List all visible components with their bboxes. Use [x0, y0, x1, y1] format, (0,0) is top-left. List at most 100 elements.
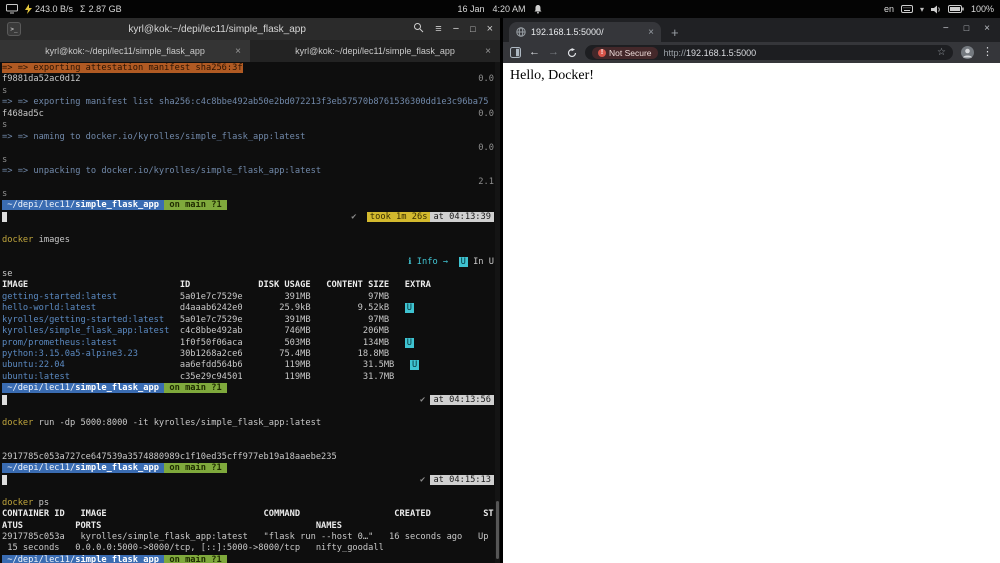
- battery-icon[interactable]: [948, 5, 964, 13]
- terminal-line: ℹ Info → U In U: [2, 257, 494, 268]
- terminal-line: IMAGE ID DISK USAGE CONTENT SIZE EXTRA: [2, 280, 494, 291]
- terminal-titlebar[interactable]: >_ kyrl@kok:~/depi/lec11/simple_flask_ap…: [0, 18, 500, 40]
- terminal-line: CONTAINER ID IMAGE COMMAND CREATED ST: [2, 509, 494, 520]
- terminal-line: ubuntu:latest c35e29c94501 119MB 31.7MB: [2, 372, 494, 383]
- keyboard-icon[interactable]: [901, 5, 913, 13]
- not-secure-label: Not Secure: [609, 48, 652, 58]
- terminal-window-title: kyrl@kok:~/depi/lec11/simple_flask_app: [29, 24, 405, 35]
- terminal-line: 2.1: [2, 177, 494, 188]
- terminal-line: [2, 440, 494, 451]
- browser-window-controls: − □ ×: [943, 23, 990, 34]
- terminal-line: se: [2, 269, 494, 280]
- search-icon[interactable]: [413, 22, 424, 36]
- url-host: 192.168.1.5:5000: [686, 48, 756, 58]
- terminal-titlebar-buttons: ≡ − □ ×: [413, 22, 493, 36]
- network-speed-bolt-icon: [25, 4, 32, 14]
- terminal-line: s: [2, 189, 494, 200]
- terminal-line: ~/depi/lec11/simple_flask_app on main ?1: [2, 555, 494, 563]
- top-bar-right: en ▾ 100%: [884, 4, 994, 14]
- terminal-window: >_ kyrl@kok:~/depi/lec11/simple_flask_ap…: [0, 18, 500, 563]
- time-label: 4:20 AM: [493, 4, 526, 14]
- profile-avatar[interactable]: [961, 46, 974, 59]
- date-label: 16 Jan: [457, 4, 484, 14]
- terminal-tab-2[interactable]: kyrl@kok:~/depi/lec11/simple_flask_app ×: [250, 40, 500, 62]
- terminal-app-icon: >_: [7, 22, 21, 36]
- globe-favicon-icon: [516, 27, 526, 37]
- top-bar: 243.0 B/s Σ 2.87 GB 16 Jan 4:20 AM en ▾ …: [0, 0, 1000, 18]
- keyboard-layout-indicator[interactable]: en: [884, 4, 894, 14]
- minimize-icon[interactable]: −: [943, 23, 949, 34]
- terminal-scrollbar[interactable]: [495, 62, 500, 563]
- terminal-line: docker run -dp 5000:8000 -it kyrolles/si…: [2, 418, 494, 429]
- terminal-tab-2-label: kyrl@kok:~/depi/lec11/simple_flask_app: [295, 46, 455, 56]
- kebab-menu-icon[interactable]: ⋮: [982, 47, 993, 58]
- terminal-output[interactable]: => => exporting attestation manifest sha…: [0, 62, 500, 563]
- close-icon[interactable]: ×: [984, 23, 990, 34]
- new-tab-button[interactable]: +: [671, 26, 679, 39]
- battery-percentage: 100%: [971, 4, 994, 14]
- terminal-line: getting-started:latest 5a01e7c7529e 391M…: [2, 292, 494, 303]
- address-bar[interactable]: ! Not Secure http://192.168.1.5:5000 ☆: [585, 45, 953, 60]
- terminal-line: kyrolles/simple_flask_app:latest c4c8bbe…: [2, 326, 494, 337]
- terminal-line: s: [2, 120, 494, 131]
- terminal-line: [2, 406, 494, 417]
- tab-close-icon[interactable]: ×: [485, 46, 491, 57]
- browser-toolbar: ← → ! Not Secure http://192.168.1.5:5000…: [503, 42, 1000, 63]
- terminal-line: ✔ took 1m 26sat 04:13:39: [2, 212, 494, 223]
- chevron-down-icon[interactable]: ▾: [920, 5, 924, 14]
- terminal-line: 2917785c053a kyrolles/simple_flask_app:l…: [2, 532, 494, 543]
- maximize-icon[interactable]: □: [964, 23, 969, 34]
- terminal-line: => => naming to docker.io/kyrolles/simpl…: [2, 132, 494, 143]
- close-icon[interactable]: ×: [487, 23, 493, 35]
- not-secure-warning-icon: !: [598, 49, 606, 57]
- terminal-line: python:3.15.0a5-alpine3.23 30b1268a2ce6 …: [2, 349, 494, 360]
- network-total-value: 2.87 GB: [89, 4, 122, 14]
- terminal-line: => => unpacking to docker.io/kyrolles/si…: [2, 166, 494, 177]
- tray-app-icon[interactable]: [6, 4, 18, 14]
- browser-page-content: Hello, Docker!: [503, 63, 1000, 563]
- tab-close-icon[interactable]: ×: [235, 46, 241, 57]
- terminal-line: => => exporting manifest list sha256:c4c…: [2, 97, 494, 108]
- volume-icon[interactable]: [931, 5, 941, 14]
- terminal-tab-1[interactable]: kyrl@kok:~/depi/lec11/simple_flask_app ×: [0, 40, 250, 62]
- reload-icon[interactable]: [567, 48, 577, 58]
- url-text[interactable]: http://192.168.1.5:5000: [664, 48, 932, 58]
- terminal-line: ATUS PORTS NAMES: [2, 521, 494, 532]
- network-total-indicator[interactable]: Σ 2.87 GB: [80, 4, 122, 14]
- clock-widget[interactable]: 16 Jan 4:20 AM: [457, 4, 542, 14]
- terminal-line: ~/depi/lec11/simple_flask_app on main ?1: [2, 383, 494, 394]
- bookmark-star-icon[interactable]: ☆: [937, 47, 946, 58]
- terminal-line: s: [2, 155, 494, 166]
- terminal-line: f468ad5c0.0: [2, 109, 494, 120]
- terminal-scrollbar-thumb[interactable]: [496, 501, 499, 559]
- browser-tab[interactable]: 192.168.1.5:5000/ ×: [509, 22, 661, 42]
- not-secure-chip[interactable]: ! Not Secure: [592, 47, 658, 59]
- terminal-line: hello-world:latest d4aaab6242e0 25.9kB 9…: [2, 303, 494, 314]
- maximize-icon[interactable]: □: [470, 24, 475, 34]
- menu-icon[interactable]: ≡: [435, 23, 441, 35]
- terminal-line: 2917785c053a727ce647539a3574880989c1f10e…: [2, 452, 494, 463]
- terminal-line: prom/prometheus:latest 1f0f50f06aca 503M…: [2, 338, 494, 349]
- tab-close-icon[interactable]: ×: [648, 27, 654, 38]
- terminal-line: ~/depi/lec11/simple_flask_app on main ?1: [2, 463, 494, 474]
- browser-tab-strip: 192.168.1.5:5000/ × + − □ ×: [503, 18, 1000, 42]
- terminal-line: docker ps: [2, 498, 494, 509]
- notification-bell-icon: [534, 4, 543, 14]
- network-speed-indicator[interactable]: 243.0 B/s: [25, 4, 73, 14]
- terminal-line: 0.0: [2, 143, 494, 154]
- terminal-line: ~/depi/lec11/simple_flask_app on main ?1: [2, 200, 494, 211]
- side-panel-icon[interactable]: [510, 47, 521, 58]
- minimize-icon[interactable]: −: [453, 23, 459, 35]
- forward-icon[interactable]: →: [548, 47, 559, 58]
- network-speed-value: 243.0 B/s: [35, 4, 73, 14]
- page-text: Hello, Docker!: [510, 68, 594, 83]
- back-icon[interactable]: ←: [529, 47, 540, 58]
- terminal-line: f9881da52ac0d120.0: [2, 74, 494, 85]
- terminal-line: ubuntu:22.04 aa6efdd564b6 119MB 31.5MB U: [2, 360, 494, 371]
- terminal-line: [2, 486, 494, 497]
- sigma-icon: Σ: [80, 4, 86, 14]
- terminal-line: s: [2, 86, 494, 97]
- terminal-line: [2, 223, 494, 234]
- terminal-line: kyrolles/getting-started:latest 5a01e7c7…: [2, 315, 494, 326]
- terminal-tab-1-label: kyrl@kok:~/depi/lec11/simple_flask_app: [45, 46, 205, 56]
